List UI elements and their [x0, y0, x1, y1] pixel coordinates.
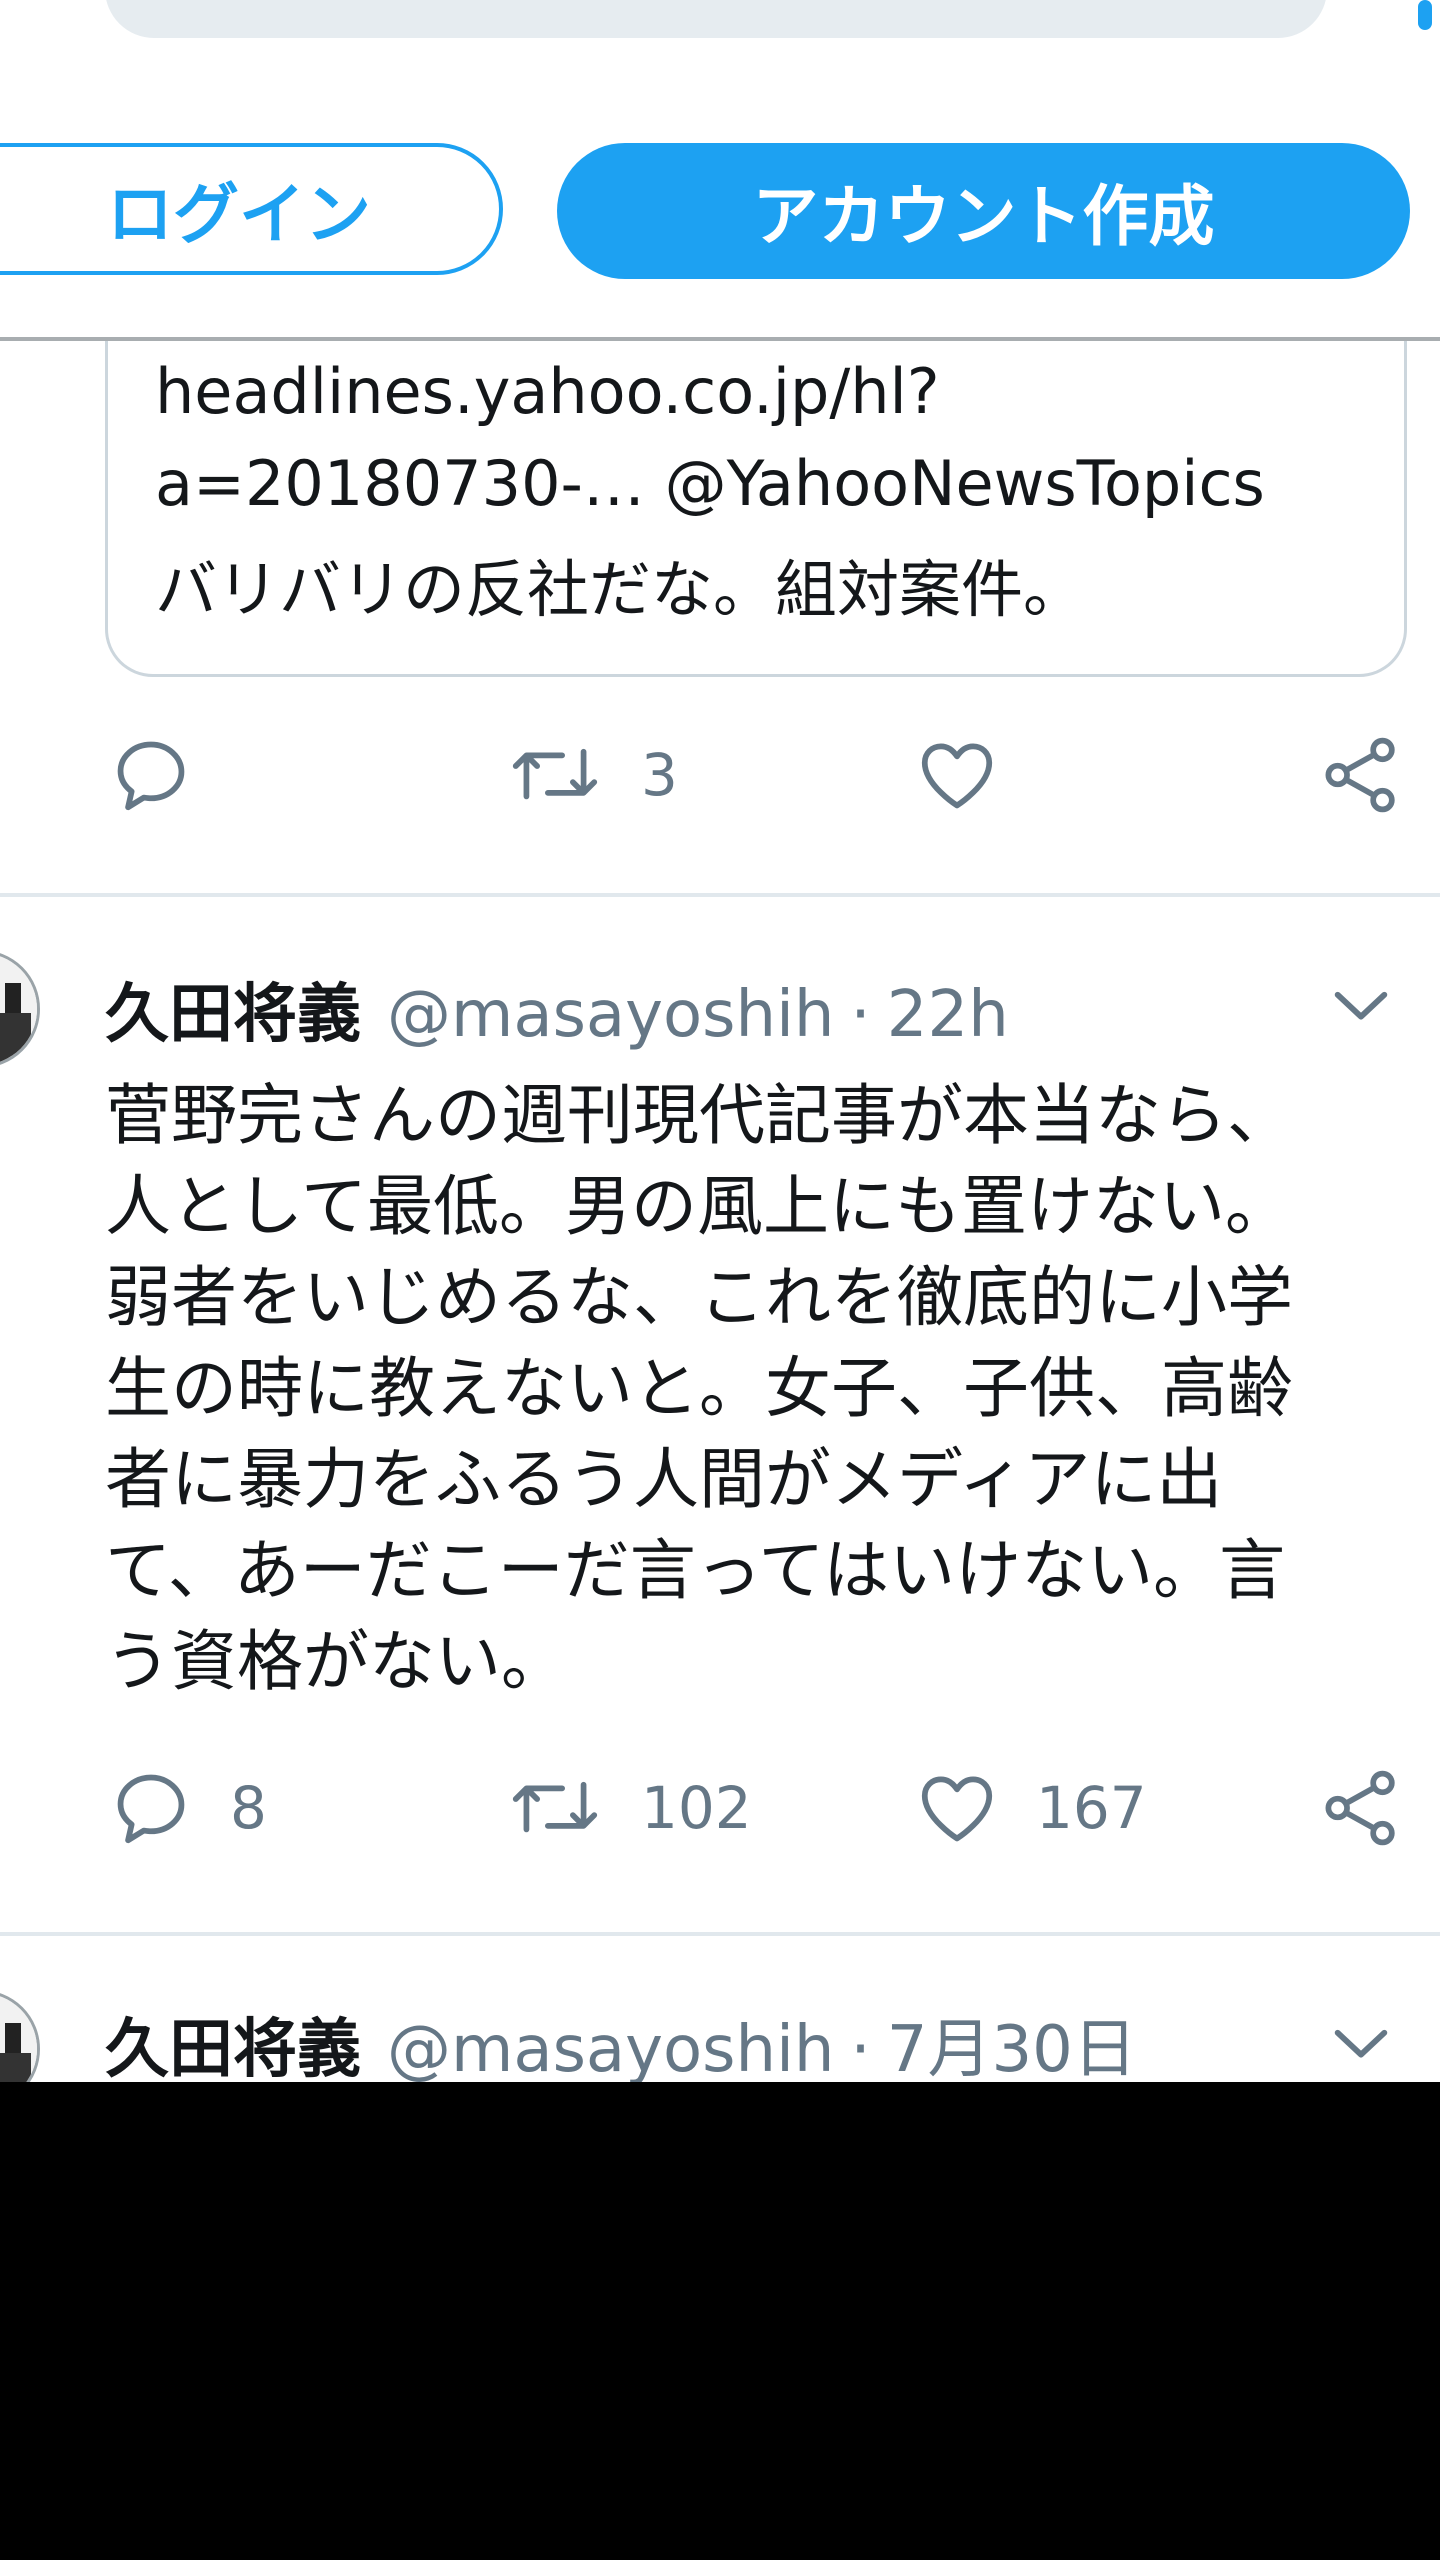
auth-bar: ログイン アカウント作成: [0, 0, 1440, 341]
scroll-indicator: [1418, 0, 1432, 30]
tweet-actions: 3: [0, 725, 1440, 825]
header-separator: ·: [850, 2013, 871, 2082]
reply-count: 8: [230, 1774, 267, 1842]
tweet-text-line: 人として最低。男の風上にも置けない。: [105, 1168, 1292, 1245]
retweet-count: 102: [641, 1774, 752, 1842]
like-button[interactable]: [914, 725, 1036, 825]
tweet-text-line: 生の時に教えないと。女子、子供、高齢: [105, 1350, 1293, 1427]
timeline-screen: headlines.yahoo.co.jp/hl? a=20180730-… @…: [0, 0, 1440, 2082]
share-button[interactable]: [1318, 1758, 1404, 1858]
share-icon: [1325, 737, 1395, 813]
quoted-tweet-link[interactable]: headlines.yahoo.co.jp/hl?: [155, 355, 940, 428]
chevron-down-icon[interactable]: [1326, 2008, 1396, 2078]
quoted-tweet-mention[interactable]: a=20180730-… @YahooNewsTopics: [155, 447, 1265, 520]
retweet-icon: [512, 1781, 598, 1833]
avatar[interactable]: [0, 950, 40, 1068]
signup-button[interactable]: アカウント作成: [557, 143, 1410, 279]
header-separator: ·: [850, 978, 871, 1052]
share-button[interactable]: [1318, 725, 1404, 825]
author-handle[interactable]: @masayoshih: [387, 2013, 834, 2082]
retweet-button[interactable]: 102: [505, 1758, 752, 1858]
like-button[interactable]: 167: [914, 1758, 1147, 1858]
avatar[interactable]: [0, 1990, 40, 2082]
retweet-count: 3: [641, 741, 678, 809]
heart-icon: [921, 743, 993, 809]
author-handle[interactable]: @masayoshih: [387, 978, 834, 1052]
author-name[interactable]: 久田将義: [105, 1998, 361, 2082]
tweet-text-line: 者に暴力をふるう人間がメディアに出: [105, 1441, 1223, 1518]
tweet-divider: [0, 893, 1440, 897]
tweet-text: 菅野完さんの週刊現代記事が本当なら、 人として最低。男の風上にも置けない。 弱者…: [105, 1070, 1405, 1707]
chevron-down-icon[interactable]: [1326, 970, 1396, 1040]
reply-icon: [117, 1774, 185, 1844]
like-count: 167: [1036, 1774, 1147, 1842]
tweet-text-line: 弱者をいじめるな、これを徹底的に小学: [105, 1259, 1293, 1336]
tweet-timestamp[interactable]: 22h: [887, 978, 1009, 1052]
tweet-text-line: て、あーだこーだ言ってはいけない。言: [105, 1532, 1286, 1609]
reply-icon: [117, 741, 185, 811]
login-button[interactable]: ログイン: [0, 143, 503, 275]
retweet-button[interactable]: 3: [505, 725, 678, 825]
tweet-timestamp[interactable]: 7月30日: [887, 1998, 1137, 2082]
reply-button[interactable]: 8: [108, 1758, 267, 1858]
tweet-header: 久田将義 @masayoshih · 22h: [105, 963, 1009, 1052]
quoted-tweet-text: バリバリの反社だな。組対案件。: [155, 553, 1086, 626]
heart-icon: [921, 1776, 993, 1842]
tweet-actions: 8 102 167: [0, 1758, 1440, 1858]
author-name[interactable]: 久田将義: [105, 963, 361, 1055]
tweet-divider: [0, 1932, 1440, 1936]
tweet-text-line: 菅野完さんの週刊現代記事が本当なら、: [105, 1077, 1293, 1154]
retweet-icon: [512, 748, 598, 800]
tweet-text-line: う資格がない。: [105, 1623, 567, 1700]
share-icon: [1325, 1770, 1395, 1846]
reply-button[interactable]: [108, 725, 230, 825]
tweet-header: 久田将義 @masayoshih · 7月30日: [105, 1998, 1137, 2082]
search-bar[interactable]: [105, 0, 1327, 38]
